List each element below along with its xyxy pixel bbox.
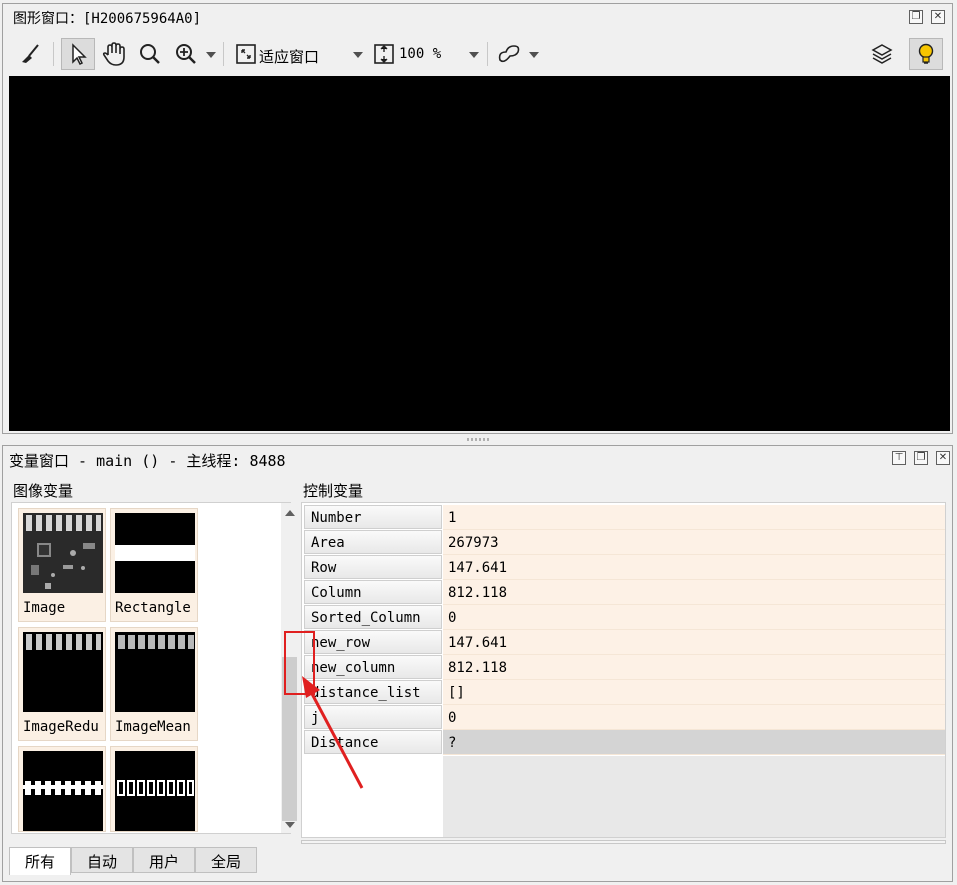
control-var-value: 147.641 [443,630,945,655]
graphics-window: 图形窗口：[H200675964A0] ❐ ✕ 适应窗口 100 % [2,3,953,434]
close-icon[interactable]: ✕ [936,451,950,465]
control-var-row[interactable]: Sorted_Column 0 [304,605,945,630]
iconic-var-thumbnail[interactable]: Image [18,508,106,622]
control-var-name: Row [304,555,442,579]
control-var-row[interactable]: j 0 [304,705,945,730]
scroll-down-arrow-icon[interactable] [285,822,295,828]
iconic-var-thumbnail[interactable]: ImageMean [110,627,198,741]
pin-icon[interactable]: ⊤ [892,451,906,465]
control-var-row[interactable]: Row 147.641 [304,555,945,580]
restore-icon[interactable]: ❐ [909,10,923,24]
iconic-var-thumbnail[interactable] [110,746,198,832]
iconic-var-thumbnail[interactable] [18,746,106,832]
image-display-canvas[interactable] [9,76,950,431]
fit-window-icon[interactable] [229,38,263,70]
control-horizontal-scrollbar[interactable] [301,840,946,844]
control-var-value: 0 [443,605,945,630]
thumbnail-image [23,513,103,593]
toolbar-separator [487,42,488,66]
iconic-variables-panel: Image Rectangle ImageRedu ImageMean [11,502,298,834]
control-var-name: new_row [304,630,442,654]
thumbnail-caption: Rectangle [115,600,191,616]
control-panel-empty-area [443,756,945,837]
tab-user[interactable]: 用户 [133,847,195,873]
graphics-window-title: 图形窗口：[H200675964A0] [13,11,202,27]
draw-region-icon[interactable] [493,38,527,70]
thumbnail-caption: ImageMean [115,719,191,735]
control-var-value: ? [443,730,945,755]
fit-window-label[interactable]: 适应窗口 [259,46,319,67]
control-var-name: Sorted_Column [304,605,442,629]
toolbar-separator [223,42,224,66]
control-var-row[interactable]: Number 1 [304,505,945,530]
tab-auto[interactable]: 自动 [71,847,133,873]
magnifier-icon[interactable] [133,38,167,70]
control-var-value: 0 [443,705,945,730]
scroll-up-arrow-icon[interactable] [285,510,295,516]
clear-broom-icon[interactable] [13,38,47,70]
control-var-value: 812.118 [443,655,945,680]
control-var-row[interactable]: new_column 812.118 [304,655,945,680]
control-var-row-selected[interactable]: Distance ? [304,730,945,755]
iconic-variables-label: 图像变量 [13,482,74,500]
zoom-level-dropdown-arrow-icon[interactable] [469,52,479,58]
iconic-var-thumbnail[interactable]: ImageRedu [18,627,106,741]
control-var-value: 267973 [443,530,945,555]
iconic-var-thumbnail[interactable]: Rectangle [110,508,198,622]
thumbnail-image [23,632,103,712]
control-var-name: Number [304,505,442,529]
variable-window: 变量窗口 - main () - 主线程: 8488 ⊤ ❐ ✕ 图像变量 控制… [2,445,953,882]
tab-global[interactable]: 全局 [195,847,257,873]
thumbnail-caption: ImageRedu [23,719,99,735]
control-var-name: Column [304,580,442,604]
thumbnail-caption: Image [23,600,66,616]
thumbnail-image [115,751,195,831]
toolbar-separator [53,42,54,66]
thumbnail-image [115,513,195,593]
pointer-icon[interactable] [61,38,95,70]
control-var-row[interactable]: distance_list [] [304,680,945,705]
control-var-value: 812.118 [443,580,945,605]
draw-dropdown-arrow-icon[interactable] [529,52,539,58]
restore-icon[interactable]: ❐ [914,451,928,465]
annotation-arrow [302,676,364,789]
thumbnail-image [115,632,195,712]
close-icon[interactable]: ✕ [931,10,945,24]
tab-all[interactable]: 所有 [9,847,71,875]
control-variables-panel: Number 1 Area 267973 Row 147.641 Column … [301,502,946,838]
control-var-value: 1 [443,505,945,530]
variable-window-title: 变量窗口 - main () - 主线程: 8488 [9,452,286,470]
zoom-dropdown-arrow-icon[interactable] [206,52,216,58]
zoom-in-icon[interactable] [169,38,203,70]
zoom-level-icon[interactable] [367,38,401,70]
zoom-level-value[interactable]: 100 % [399,46,441,62]
pan-hand-icon[interactable] [97,38,131,70]
graphics-toolbar: 适应窗口 100 % [9,34,946,74]
layers-icon[interactable] [865,38,899,70]
control-var-row[interactable]: new_row 147.641 [304,630,945,655]
fit-window-dropdown-arrow-icon[interactable] [353,52,363,58]
splitter-grip[interactable] [467,438,491,441]
control-var-value: 147.641 [443,555,945,580]
thumbnail-image [23,751,103,831]
control-var-row[interactable]: Column 812.118 [304,580,945,605]
control-var-value: [] [443,680,945,705]
control-var-name: Area [304,530,442,554]
control-var-row[interactable]: Area 267973 [304,530,945,555]
lightbulb-icon[interactable] [909,38,943,70]
graphics-window-titlebar: 图形窗口：[H200675964A0] ❐ ✕ [3,4,952,30]
control-variables-label: 控制变量 [303,482,364,500]
